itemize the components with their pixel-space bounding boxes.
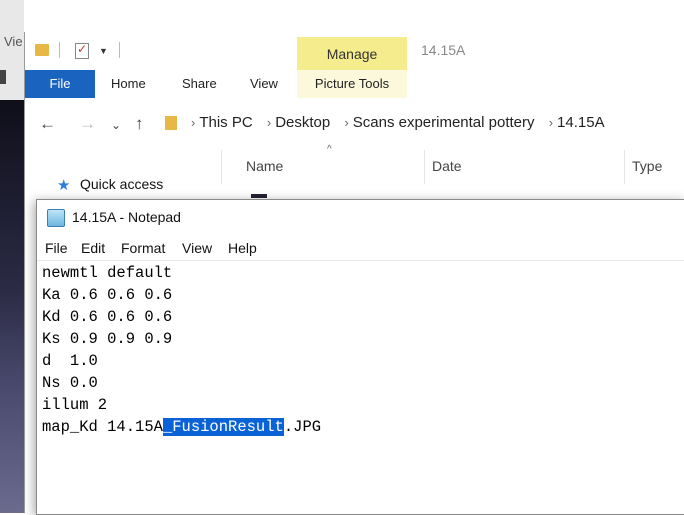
selected-text[interactable]: _FusionResult [162, 418, 284, 436]
menu-file[interactable]: File [45, 240, 68, 256]
breadcrumb: › This PC › Desktop › Scans experimental po… [185, 114, 609, 131]
menu-edit[interactable]: Edit [81, 240, 105, 256]
text-line: illum 2 [42, 396, 108, 414]
text-line: newmtl default [42, 264, 173, 282]
notepad-icon [47, 209, 65, 227]
text-line: Ka 0.6 0.6 0.6 [42, 286, 173, 304]
sidebar-item-quick-access[interactable]: Quick access [80, 176, 163, 192]
text-after-selection: .JPG [283, 418, 322, 436]
up-arrow-icon[interactable]: ↑ [135, 114, 144, 134]
menu-help[interactable]: Help [228, 240, 257, 256]
customize-toolbar-dropdown-icon[interactable]: ▼ [99, 46, 108, 56]
ribbon-tabs: File Home Share View Picture Tools [25, 70, 684, 99]
window-title: 14.15A [421, 42, 466, 58]
menu-view[interactable]: View [182, 240, 212, 256]
column-divider[interactable] [424, 150, 425, 184]
background-window [0, 0, 24, 100]
recent-locations-chevron-icon[interactable]: ⌄ [111, 118, 121, 132]
file-thumbnail[interactable] [251, 194, 267, 198]
toolbar-divider [59, 42, 60, 58]
breadcrumb-chevron-icon[interactable]: › [549, 115, 553, 130]
location-folder-icon [165, 116, 177, 130]
breadcrumb-item[interactable]: Desktop [275, 114, 330, 131]
breadcrumb-item[interactable]: Scans experimental pottery [353, 114, 535, 131]
column-divider[interactable] [221, 150, 222, 184]
notepad-title-bar[interactable]: 14.15A - Notepad [37, 200, 684, 234]
text-line: d 1.0 [42, 352, 98, 370]
background-window-icon [0, 70, 6, 84]
column-name[interactable]: Name [246, 158, 283, 174]
text-line: Ns 0.0 [42, 374, 98, 392]
column-divider[interactable] [624, 150, 625, 184]
manage-contextual-tab[interactable]: Manage [297, 37, 407, 70]
tab-file[interactable]: File [25, 70, 95, 98]
text-line: Kd 0.6 0.6 0.6 [42, 308, 173, 326]
column-type[interactable]: Type [632, 158, 662, 174]
text-line: Ks 0.9 0.9 0.9 [42, 330, 173, 348]
notepad-menu-bar: File Edit Format View Help [37, 234, 684, 261]
background-window-text: Vie [4, 34, 23, 49]
quick-access-star-icon: ★ [57, 177, 71, 194]
quick-access-toolbar: ▼ Manage 14.15A [25, 32, 684, 70]
tab-share[interactable]: Share [182, 70, 217, 98]
notepad-window: 14.15A - Notepad File Edit Format View H… [36, 199, 684, 515]
breadcrumb-item[interactable]: This PC [199, 114, 252, 131]
tab-home[interactable]: Home [111, 70, 146, 98]
breadcrumb-chevron-icon[interactable]: › [344, 115, 348, 130]
breadcrumb-chevron-icon[interactable]: › [267, 115, 271, 130]
column-date[interactable]: Date [432, 158, 462, 174]
properties-icon[interactable] [75, 42, 89, 59]
text-line: map_Kd 14.15A_FusionResult.JPG [42, 416, 682, 438]
breadcrumb-item[interactable]: 14.15A [557, 114, 605, 131]
notepad-text-area[interactable]: newmtl default Ka 0.6 0.6 0.6 Kd 0.6 0.6 0… [42, 262, 682, 438]
tab-picture-tools[interactable]: Picture Tools [297, 70, 407, 98]
desktop-wallpaper [0, 100, 24, 513]
folder-icon[interactable] [35, 44, 49, 56]
notepad-title: 14.15A - Notepad [72, 209, 181, 225]
text-before-selection: map_Kd 14.15A [42, 418, 163, 436]
toolbar-divider [119, 42, 120, 58]
back-arrow-icon[interactable]: ← [39, 114, 56, 134]
menu-format[interactable]: Format [121, 240, 165, 256]
navigation-bar: ← → ⌄ ↑ › This PC › Desktop › Scans experim… [25, 98, 684, 150]
forward-arrow-icon[interactable]: → [79, 114, 96, 134]
tab-view[interactable]: View [250, 70, 278, 98]
breadcrumb-chevron-icon[interactable]: › [191, 115, 195, 130]
